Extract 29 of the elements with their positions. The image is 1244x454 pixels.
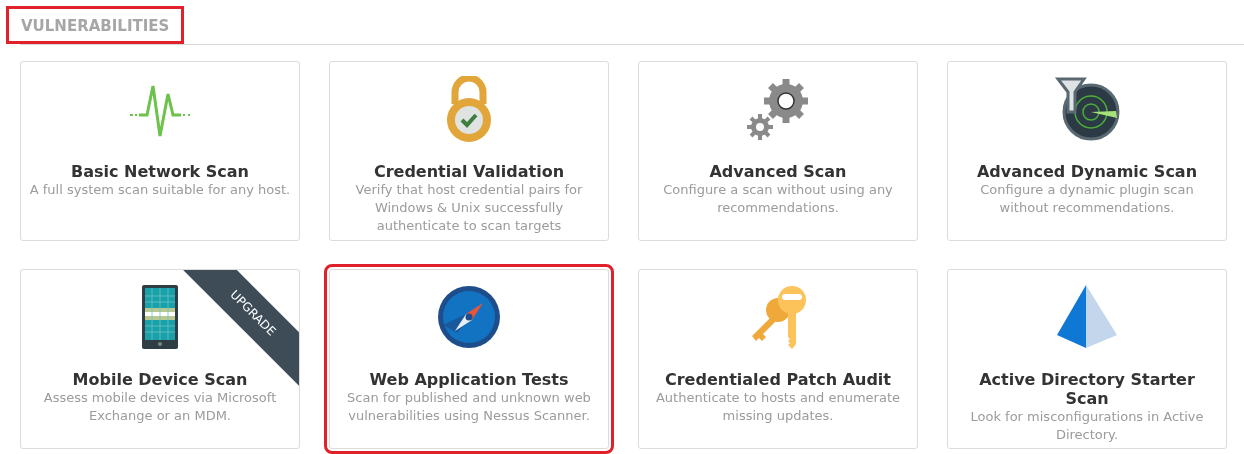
card-description: Configure a dynamic plugin scan without recommendations. (979, 181, 1195, 217)
card-title: Advanced Dynamic Scan (976, 162, 1198, 181)
card-title: Mobile Device Scan (72, 370, 248, 389)
radar-filter-icon (1054, 76, 1120, 142)
card-description: Verify that host credential pairs for Windows & Unix successfully authenticate to scan targets (354, 181, 584, 235)
section-heading: VULNERABILITIES (6, 6, 185, 44)
card-description: Authenticate to hosts and enumerate missing updates. (654, 389, 901, 425)
card-description: A full system scan suitable for any host. (29, 181, 291, 199)
card-title: Web Application Tests (369, 370, 569, 389)
padlock-check-icon (445, 76, 493, 142)
gears-icon (745, 76, 811, 142)
card-description: Assess mobile devices via Microsoft Exchange or an MDM. (42, 389, 278, 425)
scan-template-card[interactable]: Basic Network Scan A full system scan suitable for any host. (20, 61, 300, 241)
pyramid-icon (1055, 284, 1119, 350)
compass-icon (437, 285, 501, 349)
scan-template-card[interactable]: Advanced Scan Configure a scan without using any recommendations. (638, 61, 918, 241)
card-title: Active Directory Starter Scan (978, 370, 1196, 408)
card-description: Configure a scan without using any recommendations. (662, 181, 894, 217)
card-title: Basic Network Scan (71, 162, 249, 181)
mobile-phone-icon (141, 284, 179, 350)
scan-template-card[interactable]: Active Directory Starter Scan Look for misconfigurations in Active Directory. (947, 269, 1227, 449)
card-title: Credential Validation (373, 162, 565, 181)
card-description: Look for misconfigurations in Active Directory. (969, 408, 1205, 444)
card-title: Advanced Scan (709, 162, 847, 181)
scan-template-card[interactable]: Credential Validation Verify that host credential pairs for Windows & Unix successfully authenticate to scan targets (329, 61, 609, 241)
card-title: Credentialed Patch Audit (665, 370, 891, 389)
card-description: Scan for published and unknown web vulnerabilities using Nessus Scanner. (346, 389, 592, 425)
scan-template-card[interactable]: Advanced Dynamic Scan Configure a dynamic plugin scan without recommendations. (947, 61, 1227, 241)
scan-template-card[interactable]: Credentialed Patch Audit Authenticate to hosts and enumerate missing updates. (638, 269, 918, 449)
